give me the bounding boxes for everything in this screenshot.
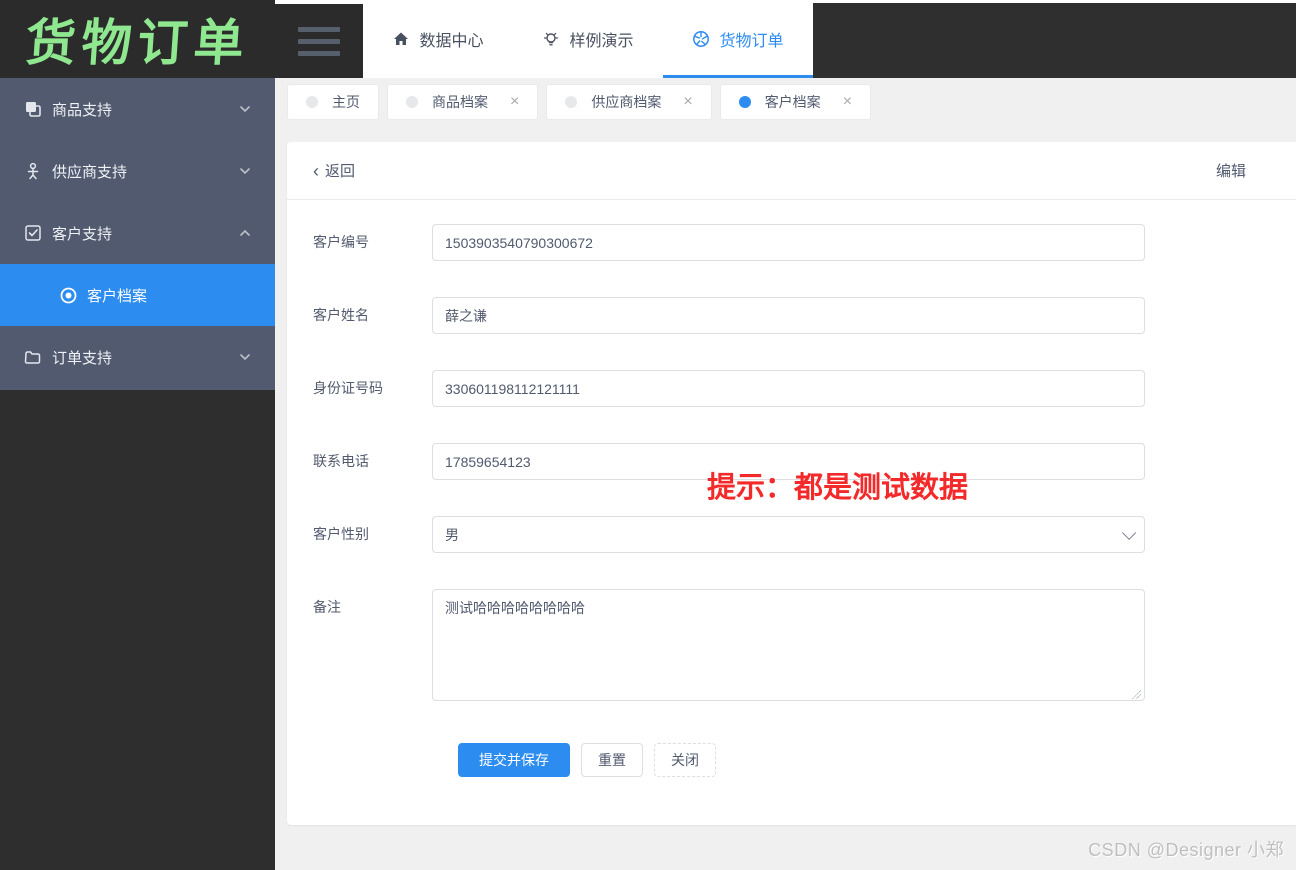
reset-button[interactable]: 重置 bbox=[581, 743, 643, 777]
home-icon bbox=[392, 30, 410, 48]
edit-button[interactable]: 编辑 bbox=[1216, 160, 1246, 181]
book-icon bbox=[24, 100, 42, 118]
field-label: 客户性别 bbox=[313, 526, 369, 542]
close-icon[interactable]: × bbox=[843, 94, 852, 110]
sidebar-item-label: 商品支持 bbox=[52, 101, 113, 119]
sidebar-subitem-customer-archive[interactable]: 客户档案 bbox=[0, 264, 275, 326]
main-content: ‹ 返回 编辑 提示：都是测试数据 客户编号 客户姓名 身份证号码 联系电话 bbox=[275, 128, 1296, 870]
tab-goods-archive[interactable]: 商品档案 × bbox=[387, 84, 539, 120]
chevron-down-icon bbox=[239, 103, 251, 115]
sidebar-item-customer-support[interactable]: 客户支持 bbox=[0, 202, 275, 264]
gender-select-value: 男 bbox=[445, 526, 459, 543]
tab-dot-icon bbox=[565, 96, 578, 108]
sidebar-item-label: 客户支持 bbox=[52, 225, 113, 243]
sidebar-item-label: 订单支持 bbox=[52, 349, 113, 367]
close-icon[interactable]: × bbox=[683, 94, 692, 110]
form-row-customer-name: 客户姓名 bbox=[313, 297, 1296, 334]
sidebar-item-order-support[interactable]: 订单支持 bbox=[0, 326, 275, 388]
nav-item-label: 样例演示 bbox=[569, 33, 634, 50]
close-button[interactable]: 关闭 bbox=[654, 743, 716, 777]
form-row-remark: 备注 测试哈哈哈哈哈哈哈哈 bbox=[313, 589, 1296, 706]
phone-field[interactable] bbox=[432, 443, 1145, 480]
tab-label: 客户档案 bbox=[764, 94, 821, 110]
id-number-field[interactable] bbox=[432, 370, 1145, 407]
submit-save-button[interactable]: 提交并保存 bbox=[458, 743, 570, 777]
tab-dot-icon bbox=[306, 96, 318, 108]
tab-label: 商品档案 bbox=[432, 94, 488, 110]
csdn-watermark: CSDN @Designer 小郑 bbox=[1088, 840, 1284, 860]
radio-on-icon bbox=[60, 287, 77, 304]
tab-supplier-archive[interactable]: 供应商档案 × bbox=[546, 84, 712, 120]
back-label: 返回 bbox=[325, 163, 356, 180]
header-dark-area bbox=[813, 3, 1296, 78]
form-row-phone: 联系电话 bbox=[313, 443, 1296, 480]
sidebar-subitem-label: 客户档案 bbox=[87, 287, 148, 305]
detail-card: ‹ 返回 编辑 提示：都是测试数据 客户编号 客户姓名 身份证号码 联系电话 bbox=[287, 142, 1296, 825]
sidebar-item-supplier-support[interactable]: 供应商支持 bbox=[0, 140, 275, 202]
aperture-icon bbox=[692, 30, 710, 48]
top-nav: 数据中心 样例演示 货物订单 bbox=[363, 0, 813, 78]
form-row-id-number: 身份证号码 bbox=[313, 370, 1296, 407]
bulb-icon bbox=[542, 30, 560, 48]
customer-id-field[interactable] bbox=[432, 224, 1145, 261]
nav-item-label: 数据中心 bbox=[419, 33, 484, 50]
sidebar-item-goods-support[interactable]: 商品支持 bbox=[0, 78, 275, 140]
card-header: ‹ 返回 编辑 bbox=[287, 142, 1296, 200]
chevron-left-icon: ‹ bbox=[313, 160, 319, 181]
form-row-customer-id: 客户编号 bbox=[313, 224, 1296, 261]
form-row-gender: 客户性别 男 bbox=[313, 516, 1296, 553]
field-label: 客户编号 bbox=[313, 234, 369, 250]
person-icon bbox=[24, 162, 42, 180]
field-label: 联系电话 bbox=[313, 453, 369, 469]
tab-label: 主页 bbox=[332, 94, 360, 110]
tab-home[interactable]: 主页 bbox=[287, 84, 379, 120]
sidebar-item-label: 供应商支持 bbox=[52, 163, 128, 181]
field-label: 备注 bbox=[313, 599, 341, 615]
sidebar-collapse-button[interactable] bbox=[275, 4, 363, 78]
chevron-up-icon bbox=[239, 227, 251, 239]
form-buttons: 提交并保存 重置 关闭 bbox=[458, 743, 1296, 777]
app-logo-text: 货物订单 bbox=[23, 13, 252, 72]
folder-icon bbox=[24, 348, 42, 366]
tab-customer-archive[interactable]: 客户档案 × bbox=[719, 84, 872, 120]
nav-item-label: 货物订单 bbox=[719, 33, 784, 50]
chevron-down-icon bbox=[239, 351, 251, 363]
remark-textarea[interactable]: 测试哈哈哈哈哈哈哈哈 bbox=[432, 589, 1145, 701]
nav-item-cargo-order[interactable]: 货物订单 bbox=[663, 0, 813, 78]
customer-form: 提示：都是测试数据 客户编号 客户姓名 身份证号码 联系电话 客户性别 男 bbox=[287, 200, 1296, 777]
chevron-down-icon bbox=[239, 165, 251, 177]
tab-label: 供应商档案 bbox=[591, 94, 662, 110]
sidebar: 货物订单 商品支持 供应商支持 客户支持 客户档案 订单支持 bbox=[0, 0, 275, 870]
sidebar-menu: 商品支持 供应商支持 客户支持 客户档案 订单支持 bbox=[0, 78, 275, 390]
close-icon[interactable]: × bbox=[510, 94, 519, 110]
hamburger-icon bbox=[298, 26, 340, 56]
tab-dot-icon bbox=[406, 96, 418, 108]
gender-select[interactable]: 男 bbox=[432, 516, 1145, 553]
field-label: 客户姓名 bbox=[313, 307, 369, 323]
tab-strip: 主页 商品档案 × 供应商档案 × 客户档案 × bbox=[275, 78, 1296, 128]
header: 数据中心 样例演示 货物订单 bbox=[275, 0, 1296, 78]
nav-item-sample-demo[interactable]: 样例演示 bbox=[513, 0, 663, 78]
field-label: 身份证号码 bbox=[313, 380, 383, 396]
back-button[interactable]: ‹ 返回 bbox=[313, 160, 355, 181]
nav-item-data-center[interactable]: 数据中心 bbox=[363, 0, 513, 78]
customer-name-field[interactable] bbox=[432, 297, 1145, 334]
app-logo: 货物订单 bbox=[0, 0, 275, 78]
remark-textarea-wrap: 测试哈哈哈哈哈哈哈哈 bbox=[432, 589, 1145, 706]
checkbox-icon bbox=[24, 224, 42, 242]
chevron-down-icon bbox=[1122, 525, 1137, 540]
tab-dot-icon bbox=[738, 96, 751, 108]
